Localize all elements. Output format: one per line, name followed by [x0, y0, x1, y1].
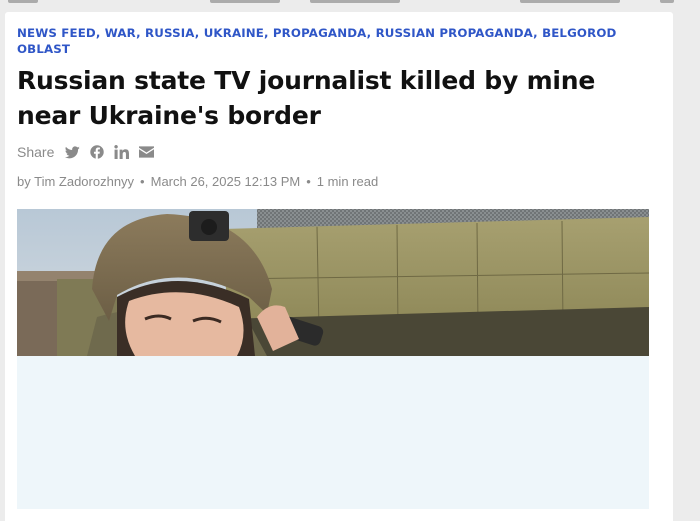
tag-link[interactable]: News Feed — [17, 26, 96, 40]
email-icon[interactable] — [139, 146, 155, 158]
byline: by Tim Zadorozhnyy • March 26, 2025 12:13 … — [17, 174, 378, 189]
article-title-line: near Ukraine's border — [17, 101, 321, 130]
tag-link[interactable]: Russia — [145, 26, 195, 40]
tag-link[interactable]: Propaganda — [273, 26, 367, 40]
article-title: Russian state TV journalist killed by mi… — [17, 63, 637, 133]
tag-link[interactable]: War — [105, 26, 136, 40]
separator-dot: • — [140, 174, 145, 189]
linkedin-icon[interactable] — [114, 145, 130, 159]
facebook-icon[interactable] — [90, 145, 105, 159]
share-label: Share — [17, 144, 55, 160]
tag-link[interactable]: Ukraine — [204, 26, 264, 40]
share-bar: Share — [17, 143, 164, 161]
read-time: 1 min read — [316, 174, 379, 189]
tag-link[interactable]: Russian propaganda — [376, 26, 534, 40]
twitter-icon[interactable] — [65, 145, 81, 159]
separator-dot: • — [306, 174, 311, 189]
article-title-line: Russian state TV journalist killed by mi… — [17, 66, 596, 95]
author-link[interactable]: by Tim Zadorozhnyy — [17, 174, 134, 189]
browser-top-strip — [0, 0, 700, 12]
image-placeholder — [17, 356, 649, 509]
article-tags: News Feed, War, Russia, Ukraine, Propaga… — [17, 26, 617, 56]
hero-image — [17, 209, 649, 356]
page-gutter — [673, 12, 700, 521]
publish-date: March 26, 2025 12:13 PM — [150, 174, 301, 189]
